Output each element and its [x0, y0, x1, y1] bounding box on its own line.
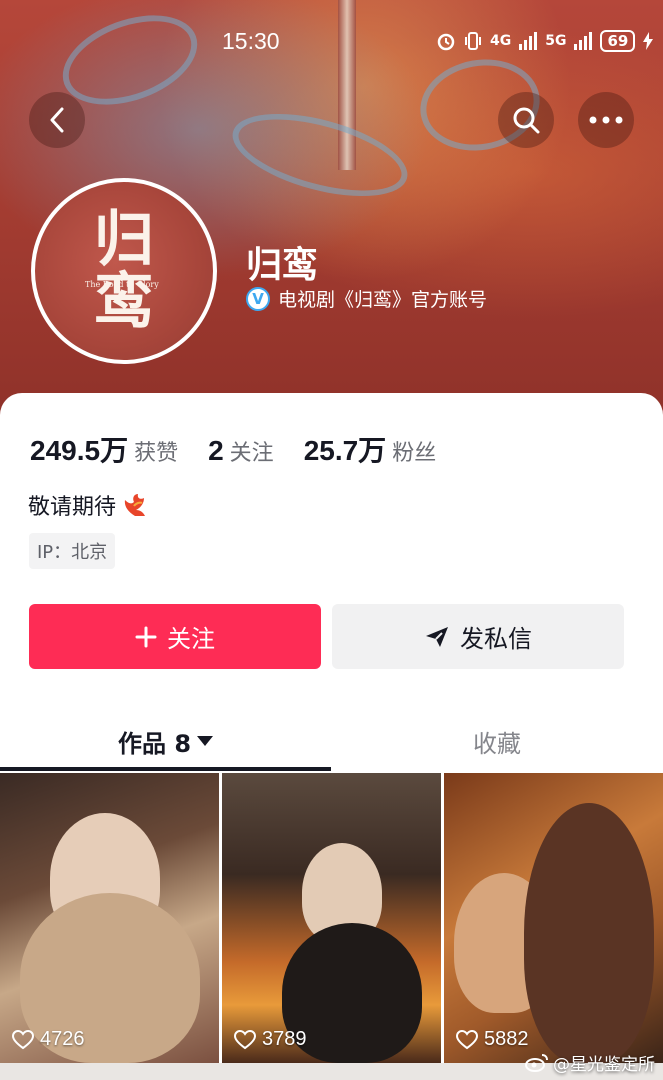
video-likes-count: 3789	[262, 1028, 307, 1050]
profile-card: 249.5万 获赞 2 关注 25.7万 粉丝 敬请期待 IP：北京 关注 发私…	[0, 393, 663, 1080]
likes-label: 获赞	[134, 441, 179, 466]
plus-icon	[135, 626, 157, 647]
bio: 敬请期待	[28, 489, 150, 521]
heart-icon	[12, 1029, 34, 1049]
follow-button[interactable]: 关注	[29, 604, 321, 669]
signal-icon	[574, 32, 593, 50]
status-bar: 15:30 4G 5G 69	[0, 28, 663, 56]
video-tile[interactable]: 5882	[444, 773, 663, 1063]
status-time: 15:30	[222, 28, 280, 54]
video-likes-count: 5882	[484, 1028, 529, 1050]
watermark-text: @星光鉴定所	[553, 1055, 655, 1075]
signal-icon	[519, 32, 538, 50]
video-tile[interactable]: 4726	[0, 773, 219, 1063]
followers-count[interactable]: 25.7万	[304, 429, 387, 469]
video-likes: 4726	[12, 1028, 85, 1051]
followers-label[interactable]: 粉丝	[392, 435, 436, 467]
watermark: @星光鉴定所	[525, 1050, 655, 1075]
content-tabs: 作品 8 收藏	[0, 711, 663, 771]
tab-favorites-label: 收藏	[473, 729, 521, 758]
search-button[interactable]	[498, 92, 554, 148]
avatar[interactable]: 归鸾 The Road to Glory	[31, 178, 217, 364]
active-tab-indicator	[0, 767, 331, 771]
avatar-logo-text: 归鸾	[94, 205, 154, 337]
video-tile[interactable]: 3789	[222, 773, 441, 1063]
network-label-4g: 4G	[490, 33, 512, 49]
video-likes: 5882	[456, 1028, 529, 1051]
heart-icon	[234, 1029, 256, 1049]
weibo-icon	[525, 1053, 548, 1072]
verified-info: V 电视剧《归鸾》官方账号	[246, 285, 487, 312]
more-dots-icon	[589, 116, 623, 124]
following-label[interactable]: 关注	[230, 435, 274, 467]
charging-icon	[643, 32, 654, 50]
profile-stats: 249.5万 获赞 2 关注 25.7万 粉丝	[30, 429, 466, 469]
avatar-logo-subtext: The Road to Glory	[85, 280, 159, 289]
bio-text: 敬请期待	[28, 495, 117, 520]
message-button[interactable]: 发私信	[332, 604, 624, 669]
video-likes-count: 4726	[40, 1028, 85, 1050]
ip-location-badge: IP：北京	[29, 533, 116, 569]
status-icons: 4G 5G 69	[436, 30, 654, 52]
following-count[interactable]: 2	[208, 435, 224, 467]
network-label-5g: 5G	[545, 33, 567, 49]
banner-swirl-art	[224, 97, 416, 213]
tab-favorites[interactable]: 收藏	[331, 711, 663, 771]
alarm-icon	[437, 33, 455, 51]
video-thumbnail-figure	[524, 803, 654, 1063]
profile-name: 归鸾	[246, 245, 319, 286]
caret-down-icon	[197, 736, 214, 746]
video-likes: 3789	[234, 1028, 307, 1051]
likes-count: 249.5万	[30, 435, 129, 466]
video-grid: 4726 3789 5882	[0, 773, 663, 1080]
send-icon	[426, 626, 448, 647]
vibrate-icon	[465, 32, 481, 50]
search-icon	[513, 107, 540, 134]
tab-works[interactable]: 作品 8	[0, 711, 331, 771]
verified-badge-icon: V	[246, 286, 270, 311]
battery-indicator: 69	[600, 30, 636, 52]
tab-works-label: 作品 8	[117, 729, 192, 758]
message-button-label: 发私信	[460, 625, 532, 653]
phoenix-emoji-icon	[124, 494, 146, 516]
more-button[interactable]	[578, 92, 634, 148]
back-button[interactable]	[29, 92, 85, 148]
heart-icon	[456, 1029, 478, 1049]
verified-text: 电视剧《归鸾》官方账号	[278, 289, 488, 311]
follow-button-label: 关注	[167, 625, 215, 653]
chevron-left-icon	[50, 107, 64, 133]
